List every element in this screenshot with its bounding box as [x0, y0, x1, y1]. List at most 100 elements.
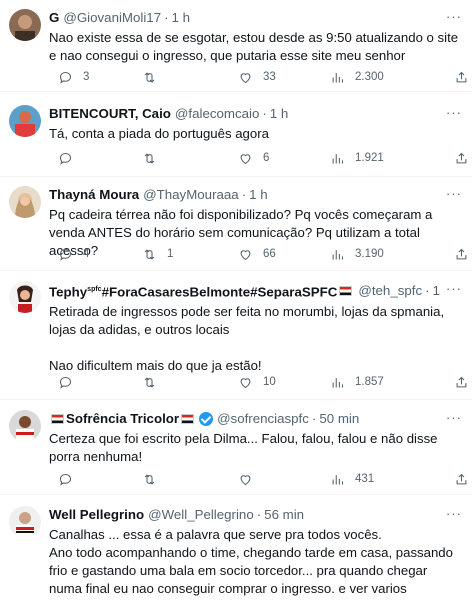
- share-button[interactable]: [454, 247, 472, 262]
- tweet[interactable]: Sofrência Tricolor @sofrenciaspfc · 50 m…: [0, 401, 472, 495]
- retweet-icon: [144, 473, 155, 485]
- tweet-actions: 3 33 2.300: [58, 68, 467, 86]
- tweet[interactable]: BITENCOURT, Caio @falecomcaio · 1 h ··· …: [0, 93, 472, 177]
- tweet-actions: 10 1.857: [58, 373, 467, 391]
- more-options-icon[interactable]: ···: [442, 281, 462, 296]
- like-icon: [240, 377, 251, 388]
- avatar[interactable]: [9, 186, 41, 218]
- author-name[interactable]: Sofrência Tricolor: [66, 410, 179, 428]
- views-icon: [332, 249, 344, 259]
- reply-button[interactable]: 4: [58, 247, 89, 262]
- like-button[interactable]: 33: [238, 70, 276, 85]
- views-button[interactable]: 431: [330, 472, 374, 487]
- tweet[interactable]: Thayná Moura @ThayMouraaa · 1 h ··· Pq c…: [0, 178, 472, 271]
- like-icon: [240, 249, 251, 260]
- author-handle[interactable]: @ThayMouraaa: [143, 186, 239, 204]
- author-handle[interactable]: @GiovaniMoli17: [63, 9, 161, 27]
- retweet-icon: [144, 152, 155, 164]
- tweet[interactable]: G @GiovaniMoli17 · 1 h ··· Nao existe es…: [0, 0, 472, 92]
- reply-icon: [59, 71, 72, 84]
- tweet-text: Tá, conta a piada do português agora: [49, 126, 269, 141]
- author-handle[interactable]: @Well_Pellegrino: [148, 506, 254, 524]
- author-name[interactable]: BITENCOURT, Caio: [49, 105, 171, 123]
- timestamp[interactable]: 1 h: [172, 9, 191, 27]
- like-button[interactable]: 66: [238, 247, 276, 262]
- like-button[interactable]: 6: [238, 151, 269, 166]
- avatar[interactable]: [9, 281, 41, 313]
- tweet-text: Certeza que foi escrito pela Dilma... Fa…: [49, 431, 438, 464]
- tweet[interactable]: Well Pellegrino @Well_Pellegrino · 56 mi…: [0, 496, 472, 601]
- reply-icon: [59, 152, 72, 165]
- author-name[interactable]: Tephyspfc#ForaCasaresBelmonte#SeparaSPFC: [49, 281, 337, 301]
- tweet-header: Well Pellegrino @Well_Pellegrino · 56 mi…: [49, 506, 462, 524]
- author-handle[interactable]: @sofrenciaspfc: [217, 410, 309, 428]
- like-icon: [240, 153, 251, 164]
- reply-count: 4: [83, 248, 90, 260]
- verified-icon: [199, 412, 214, 426]
- author-handle[interactable]: @teh_spfc: [358, 282, 422, 300]
- retweet-button[interactable]: 1: [142, 247, 173, 262]
- like-icon: [240, 72, 251, 83]
- avatar[interactable]: [9, 506, 41, 538]
- sao-paulo-flag-icon: [51, 414, 64, 424]
- separator: ·: [425, 283, 430, 299]
- like-button[interactable]: [238, 472, 263, 487]
- retweet-button[interactable]: [142, 151, 167, 166]
- tweet-actions: 6 1.921: [58, 149, 467, 167]
- reply-button[interactable]: [58, 375, 83, 390]
- tweet-actions: 4 1 66 3.190: [58, 245, 467, 263]
- views-icon: [332, 377, 344, 387]
- avatar[interactable]: [9, 105, 41, 137]
- more-options-icon[interactable]: ···: [446, 410, 462, 425]
- author-handle[interactable]: @falecomcaio: [175, 105, 259, 123]
- sao-paulo-flag-icon: [181, 414, 195, 424]
- like-count: 6: [263, 152, 270, 164]
- reply-icon: [59, 376, 72, 389]
- share-button[interactable]: [454, 151, 472, 166]
- tweet-text: Canalhas ... essa é a palavra que serve …: [49, 527, 453, 601]
- views-button[interactable]: 3.190: [330, 247, 384, 262]
- retweet-button[interactable]: [142, 472, 167, 487]
- reply-feed: G @GiovaniMoli17 · 1 h ··· Nao existe es…: [0, 0, 472, 601]
- retweet-button[interactable]: [142, 375, 167, 390]
- reply-icon: [59, 473, 72, 486]
- timestamp[interactable]: 56 min: [264, 506, 304, 524]
- reply-button[interactable]: [58, 472, 83, 487]
- tweet[interactable]: Tephyspfc#ForaCasaresBelmonte#SeparaSPFC…: [0, 272, 472, 400]
- views-button[interactable]: 2.300: [330, 70, 384, 85]
- more-options-icon[interactable]: ···: [446, 9, 462, 24]
- timestamp[interactable]: 50 min: [319, 410, 359, 428]
- retweet-count: 1: [167, 248, 174, 260]
- more-options-icon[interactable]: ···: [446, 105, 462, 120]
- reply-button[interactable]: [58, 151, 83, 166]
- sao-paulo-flag-icon: [339, 286, 353, 297]
- timestamp[interactable]: 1 h: [270, 105, 289, 123]
- timestamp[interactable]: 1 h: [249, 186, 268, 204]
- more-options-icon[interactable]: ···: [446, 186, 462, 201]
- author-name[interactable]: Well Pellegrino: [49, 506, 144, 524]
- views-count: 431: [355, 473, 375, 485]
- reply-button[interactable]: 3: [58, 70, 89, 85]
- more-options-icon[interactable]: ···: [446, 506, 462, 521]
- share-button[interactable]: [454, 70, 472, 85]
- views-button[interactable]: 1.857: [330, 375, 384, 390]
- retweet-icon: [144, 376, 155, 388]
- author-name[interactable]: G: [49, 9, 59, 27]
- share-icon: [456, 248, 467, 259]
- reply-count: 3: [83, 71, 90, 83]
- like-button[interactable]: 10: [238, 375, 276, 390]
- author-name[interactable]: Thayná Moura: [49, 186, 139, 204]
- tweet-actions: 431: [58, 470, 467, 488]
- share-button[interactable]: [454, 375, 472, 390]
- views-icon: [332, 153, 344, 163]
- retweet-button[interactable]: [142, 70, 167, 85]
- avatar[interactable]: [9, 9, 41, 41]
- views-button[interactable]: 1.921: [330, 151, 384, 166]
- share-button[interactable]: [454, 472, 472, 487]
- like-count: 66: [263, 248, 276, 260]
- separator: ·: [164, 10, 169, 25]
- tweet-header: BITENCOURT, Caio @falecomcaio · 1 h: [49, 105, 462, 123]
- avatar[interactable]: [9, 410, 41, 442]
- tweet-text: Nao existe essa de se esgotar, estou des…: [49, 30, 459, 63]
- views-count: 1.857: [355, 376, 384, 388]
